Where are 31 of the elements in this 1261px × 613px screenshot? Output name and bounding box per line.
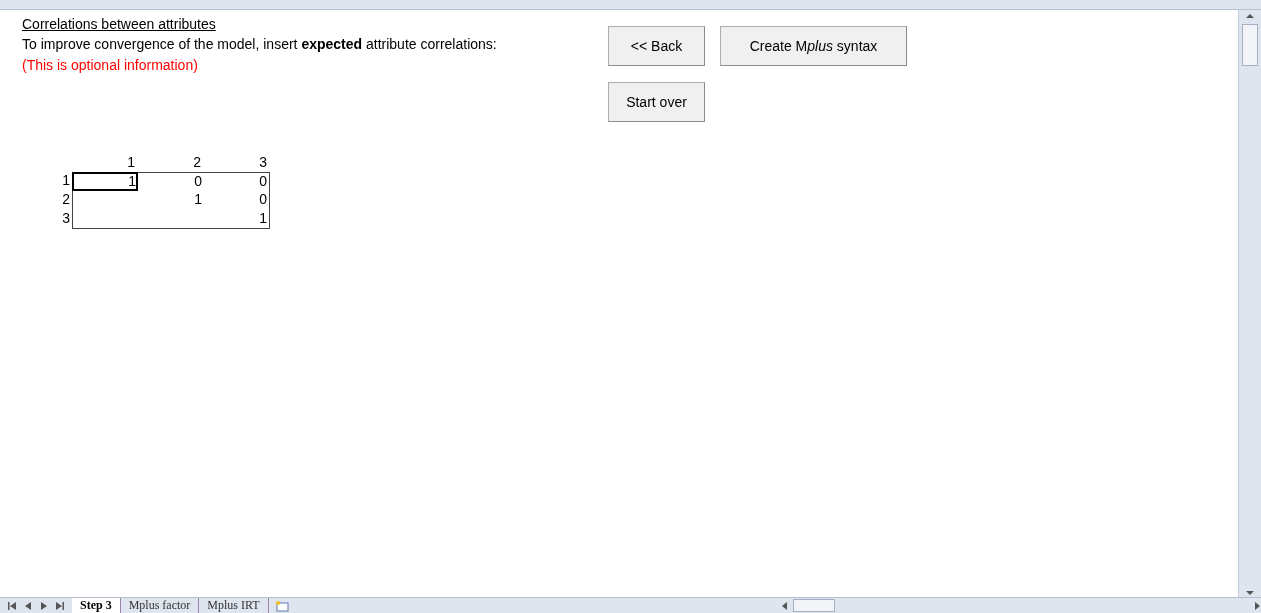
macro-button[interactable]: << Back [608, 26, 705, 66]
instruction-text: To improve convergence of the model, insert expected attribute correlations: [22, 36, 498, 52]
macro-button[interactable]: Create Mplus syntax [720, 26, 907, 66]
row-header: 3 [61, 210, 71, 228]
scroll-up-icon[interactable] [1246, 12, 1254, 20]
sheet-tab[interactable]: Mplus IRT [199, 598, 269, 613]
row-header: 2 [61, 191, 71, 209]
matrix-cell[interactable]: 0 [204, 191, 270, 210]
matrix-cell[interactable]: 0 [138, 172, 204, 191]
scrollbar-thumb[interactable] [1242, 24, 1258, 66]
matrix-cell[interactable]: 1 [204, 210, 270, 229]
macro-button[interactable]: Start over [608, 82, 705, 122]
last-sheet-icon[interactable] [56, 601, 64, 610]
column-header: 1 [126, 154, 136, 172]
matrix-cell[interactable]: 1 [138, 191, 204, 210]
next-sheet-icon[interactable] [40, 601, 48, 610]
column-header: 2 [192, 154, 202, 172]
sheet-tab[interactable]: Step 3 [72, 598, 121, 613]
matrix-cell[interactable]: 1 [72, 172, 138, 191]
section-heading: Correlations between attributes [21, 16, 217, 32]
scrollbar-thumb[interactable] [793, 599, 835, 612]
matrix-cell[interactable]: 0 [204, 172, 270, 191]
previous-sheet-icon[interactable] [24, 601, 32, 610]
optional-note: (This is optional information) [22, 57, 199, 73]
matrix-cell[interactable] [72, 210, 138, 229]
first-sheet-icon[interactable] [8, 601, 16, 610]
row-header: 1 [61, 172, 71, 190]
scroll-right-icon[interactable] [1253, 601, 1261, 610]
scroll-left-icon[interactable] [781, 601, 789, 610]
column-header: 3 [258, 154, 268, 172]
sheet-tab[interactable]: Mplus factor [120, 598, 200, 613]
